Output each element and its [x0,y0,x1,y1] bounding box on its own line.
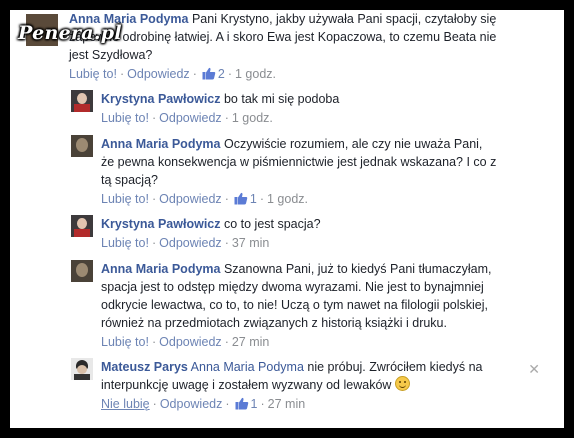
author-name[interactable]: Anna Maria Podyma [101,262,220,276]
like-count[interactable]: 1 [232,192,257,206]
comment-text-line: nie próbuj. Zwróciłem kiedyś na [307,360,483,374]
watermark-logo: Penera.pl [18,22,122,44]
unlike-link[interactable]: Nie lubię [101,397,150,411]
reply-link[interactable]: Odpowiedz [159,236,222,250]
comment-text-line: odkrycie lewactwa, co to, to nie! Uczą o… [101,298,488,312]
thumbs-up-icon [202,67,216,80]
timestamp[interactable]: 27 min [232,335,270,349]
comment-text-line: co to jest spacja? [223,217,321,231]
like-link[interactable]: Lubię to! [101,335,149,349]
mention-link[interactable]: Anna Maria Podyma [191,360,304,374]
comment-text-line: interpunkcję uwagę i zostałem wyzwany od… [101,378,392,392]
comment-text-line: Szanowna Pani, już to kiedyś Pani tłumac… [223,262,492,276]
comment-text-line: również na przedmiotach związanych z his… [101,316,447,330]
timestamp[interactable]: 27 min [268,397,306,411]
comment-text-line: jest Szydłowa? [69,48,153,62]
comment-text-line: spacja jest to odstęp między dwoma wyraz… [101,280,484,294]
reply-link[interactable]: Odpowiedz [159,192,222,206]
comment-actions: Lubię to! · Odpowiedz · 27 min [101,335,270,349]
comment-actions: Lubię to! · Odpowiedz · 1 · 1 godz. [101,192,308,206]
reply-link[interactable]: Odpowiedz [160,397,223,411]
comment-text-line: zapewne odrobinę łatwiej. A i skoro Ewa … [69,30,497,44]
reply-link[interactable]: Odpowiedz [159,335,222,349]
avatar[interactable] [71,90,93,112]
like-link[interactable]: Lubię to! [101,111,149,125]
comment-actions: Lubię to! · Odpowiedz · 37 min [101,236,270,250]
comment-text-line: Oczywiście rozumiem, ale czy nie uważa P… [223,137,483,151]
thumbs-up-icon [235,397,248,410]
comment-text-line: tą spacją? [101,173,158,187]
author-name[interactable]: Mateusz Parys [101,360,188,374]
author-name[interactable]: Krystyna Pawłowicz [101,217,221,231]
timestamp[interactable]: 1 godz. [267,192,308,206]
avatar[interactable] [71,135,93,157]
comment-actions: Nie lubię · Odpowiedz · 1 · 27 min [101,397,306,411]
comment-text-line: bo tak mi się podoba [223,92,340,106]
like-link[interactable]: Lubię to! [69,67,117,81]
timestamp[interactable]: 37 min [232,236,270,250]
comment-actions: Lubię to! · Odpowiedz · 1 godz. [101,111,273,125]
timestamp[interactable]: 1 godz. [232,111,273,125]
comment-thread: Penera.pl Anna Maria Podyma Pani Krystyn… [10,10,564,428]
like-count[interactable]: 2 [200,67,225,81]
comment-text-line: Pani Krystyno, jakby używała Pani spacji… [191,12,497,26]
like-link[interactable]: Lubię to! [101,192,149,206]
comment-text-line: że pewna konsekwencja w piśmiennictwie j… [101,155,497,169]
avatar[interactable] [71,358,93,380]
timestamp[interactable]: 1 godz. [235,67,276,81]
author-name[interactable]: Anna Maria Podyma [101,137,220,151]
reply-link[interactable]: Odpowiedz [159,111,222,125]
thumbs-up-icon [234,192,248,205]
smile-emoji-icon [394,376,410,391]
avatar[interactable] [71,260,93,282]
like-count[interactable]: 1 [233,397,257,411]
close-icon[interactable]: ✕ [528,361,540,378]
avatar[interactable] [71,215,93,237]
like-link[interactable]: Lubię to! [101,236,149,250]
reply-link[interactable]: Odpowiedz [127,67,190,81]
author-name[interactable]: Krystyna Pawłowicz [101,92,221,106]
comment-actions: Lubię to! · Odpowiedz · 2 · 1 godz. [69,67,276,81]
